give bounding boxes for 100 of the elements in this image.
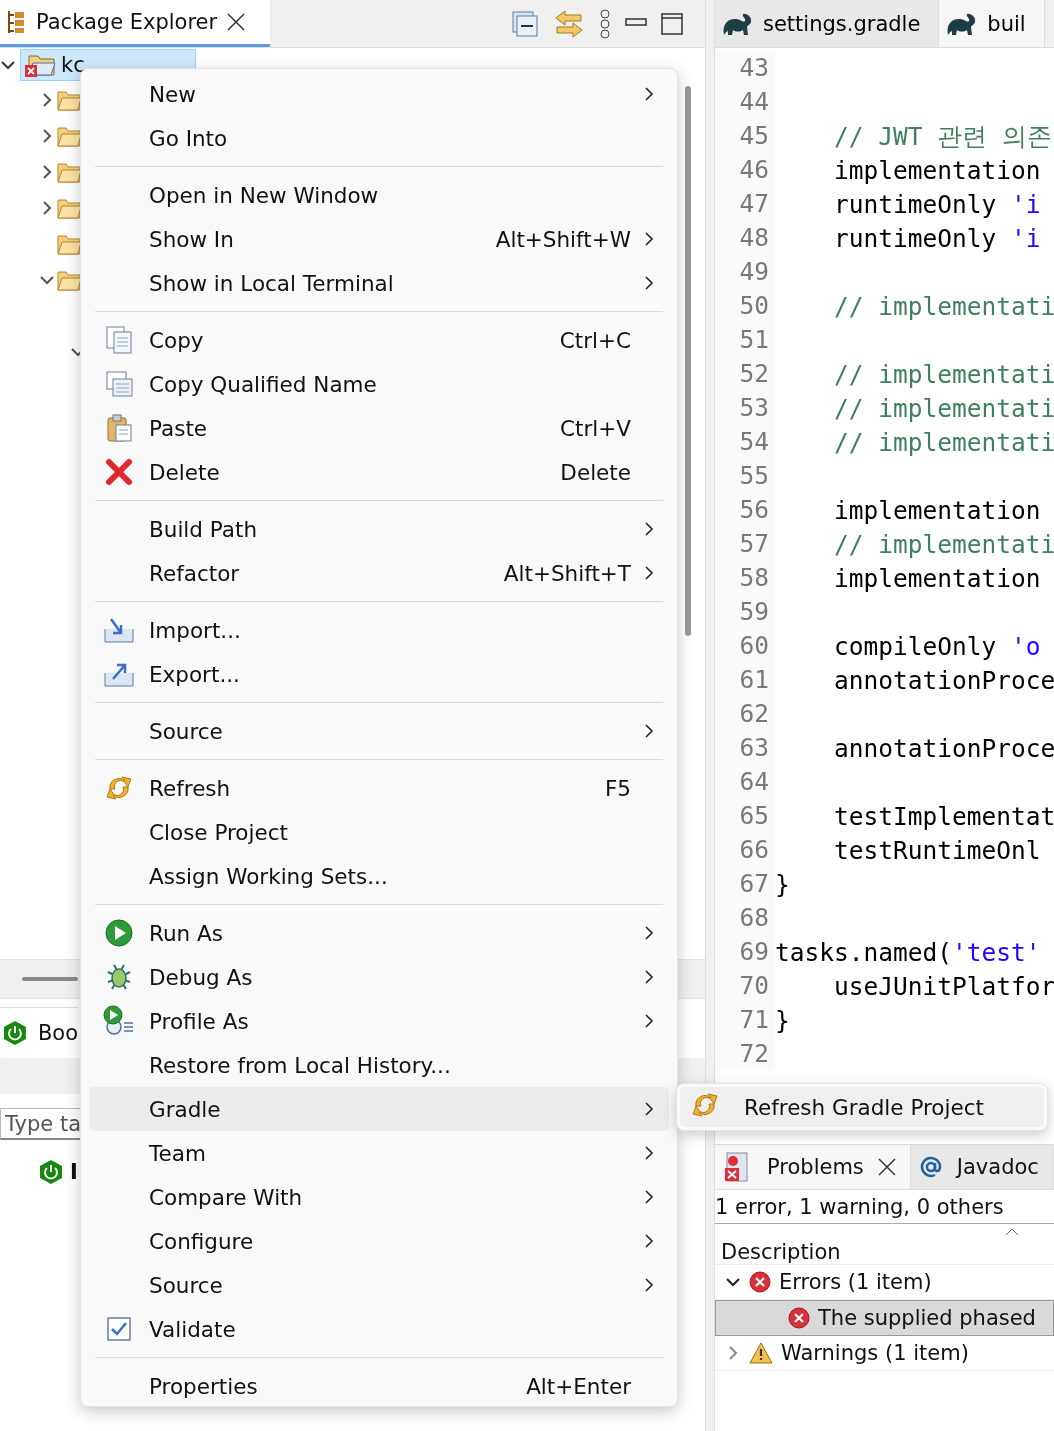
profile-icon	[103, 1005, 135, 1037]
menu-item[interactable]: Source	[89, 709, 669, 753]
line-number: 57	[715, 527, 775, 561]
menu-item[interactable]: Run As	[89, 911, 669, 955]
delete-icon	[104, 457, 134, 487]
code-text: implementation	[833, 155, 1041, 185]
line-number: 56	[715, 493, 775, 527]
run-icon	[104, 918, 134, 948]
menu-item[interactable]: Gradle	[89, 1087, 669, 1131]
checkbox-icon	[104, 1314, 134, 1344]
menu-item[interactable]: Assign Working Sets...	[89, 854, 669, 898]
menu-item[interactable]: Refresh F5	[89, 766, 669, 810]
menu-item[interactable]: Profile As	[89, 999, 669, 1043]
view-tab[interactable]: Package Explorer	[0, 0, 270, 47]
code-text: implementation	[833, 495, 1041, 525]
line-number: 69	[715, 935, 775, 969]
code-text: tasks.named(	[775, 937, 952, 967]
line-number: 62	[715, 697, 775, 731]
code-string: 'i	[1011, 223, 1041, 253]
code-text: }	[775, 1005, 790, 1035]
menu-item[interactable]: Properties Alt+Enter	[89, 1364, 669, 1408]
line-number: 58	[715, 561, 775, 595]
menu-item[interactable]: Team	[89, 1131, 669, 1175]
code-text: runtimeOnly	[833, 189, 998, 219]
menu-item[interactable]: Show in Local Terminal	[89, 261, 669, 305]
menu-item[interactable]: Refactor Alt+Shift+T	[89, 551, 669, 595]
editor-tab[interactable]: settings.gradle	[715, 0, 940, 47]
project-label: kc	[61, 53, 85, 77]
more-icon[interactable]	[599, 8, 611, 39]
column-header[interactable]: Description	[721, 1240, 841, 1264]
code-string: 'o	[1011, 631, 1041, 661]
code-text: annotationProce	[833, 733, 1054, 763]
code-text: useJUnitPlatfor	[833, 971, 1054, 1001]
menu-item[interactable]: Refresh Gradle Project	[680, 1087, 1044, 1127]
menu-item[interactable]: Delete Delete	[89, 450, 669, 494]
app-label: I	[70, 1160, 78, 1184]
link-arrows-icon[interactable]	[553, 8, 585, 39]
copy-icon	[104, 325, 134, 355]
line-number: 55	[715, 459, 775, 493]
menu-item[interactable]: Build Path	[89, 507, 669, 551]
code-text: }	[775, 869, 790, 899]
problem-group: Errors (1 item)	[779, 1270, 932, 1294]
code-comment: // implementati	[833, 427, 1054, 457]
copy-icon	[104, 369, 134, 399]
line-number: 46	[715, 153, 775, 187]
menu-item[interactable]: Configure	[89, 1219, 669, 1263]
menu-item[interactable]: Compare With	[89, 1175, 669, 1219]
menu-item[interactable]: Source	[89, 1263, 669, 1307]
tab-title: Package Explorer	[36, 10, 218, 34]
code-text: runtimeOnly	[833, 223, 998, 253]
collapse-all-icon[interactable]	[511, 9, 539, 38]
line-number: 64	[715, 765, 775, 799]
menu-item[interactable]: Copy Ctrl+C	[89, 318, 669, 362]
menu-item[interactable]: Export...	[89, 652, 669, 696]
code-comment: // implementati	[833, 393, 1054, 423]
sash-handle[interactable]	[22, 977, 78, 981]
code-text: compileOnly	[833, 631, 998, 661]
editor-tab[interactable]: buil	[939, 0, 1045, 47]
view-tab[interactable]: Javadoc	[910, 1145, 1054, 1189]
menu-item[interactable]: Paste Ctrl+V	[89, 406, 669, 450]
code-comment: // implementati	[833, 291, 1054, 321]
shortcut-label: Delete	[560, 459, 631, 485]
menu-item[interactable]: Copy Qualified Name	[89, 362, 669, 406]
line-number: 50	[715, 289, 775, 323]
view-tab[interactable]: Problems	[715, 1145, 911, 1189]
menu-item[interactable]: Validate	[89, 1307, 669, 1351]
shortcut-label: Alt+Enter	[526, 1373, 631, 1399]
folder-icon	[57, 269, 81, 291]
shortcut-label: Ctrl+C	[559, 327, 631, 353]
close-icon[interactable]	[877, 1158, 896, 1176]
code-string: 'i	[1011, 189, 1041, 219]
shortcut-label: Ctrl+V	[560, 415, 631, 441]
line-number: 45	[715, 119, 775, 153]
maximize-icon[interactable]	[661, 12, 683, 35]
clipboard-icon	[104, 413, 134, 443]
line-number: 52	[715, 357, 775, 391]
menu-item[interactable]: Close Project	[89, 810, 669, 854]
menu-item[interactable]: Import...	[89, 608, 669, 652]
line-number: 68	[715, 901, 775, 935]
line-number: 71	[715, 1003, 775, 1037]
menu-item[interactable]: Show In Alt+Shift+W	[89, 217, 669, 261]
menu-item[interactable]: Debug As	[89, 955, 669, 999]
menu-item[interactable]: Open in New Window	[89, 173, 669, 217]
code-text: testRuntimeOnl	[833, 835, 1041, 865]
line-number: 61	[715, 663, 775, 697]
shortcut-label: Alt+Shift+W	[495, 226, 631, 252]
line-number: 53	[715, 391, 775, 425]
line-number: 54	[715, 425, 775, 459]
folder-icon	[57, 125, 81, 147]
line-number: 66	[715, 833, 775, 867]
code-string: 'test'	[952, 937, 1041, 967]
line-number: 43	[715, 51, 775, 85]
shortcut-label: F5	[604, 775, 631, 801]
menu-item[interactable]: Go Into	[89, 116, 669, 160]
menu-item[interactable]: Restore from Local History...	[89, 1043, 669, 1087]
problems-summary: 1 error, 1 warning, 0 others	[715, 1194, 1004, 1219]
line-number: 67	[715, 867, 775, 901]
close-icon[interactable]	[227, 13, 246, 31]
problem-row[interactable]: The supplied phased	[715, 1300, 1054, 1336]
scrollbar[interactable]	[685, 86, 691, 636]
